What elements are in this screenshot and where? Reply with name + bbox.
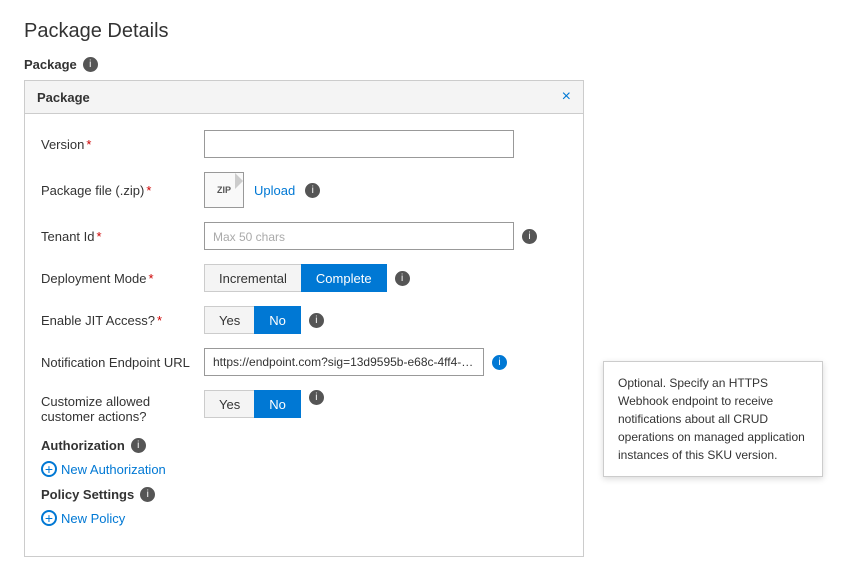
authorization-section: Authorization i	[41, 438, 567, 453]
customize-info-icon[interactable]: i	[309, 390, 324, 405]
customize-yes-btn[interactable]: Yes	[204, 390, 254, 418]
jit-access-row: Enable JIT Access?* Yes No i	[41, 306, 567, 334]
jit-yes-btn[interactable]: Yes	[204, 306, 254, 334]
notification-url-label: Notification Endpoint URL	[41, 355, 196, 370]
deployment-info-icon[interactable]: i	[395, 271, 410, 286]
version-input[interactable]	[204, 130, 514, 158]
page-title: Package Details	[24, 20, 822, 43]
upload-info-icon[interactable]: i	[305, 183, 320, 198]
package-file-label: Package file (.zip)*	[41, 183, 196, 198]
jit-no-btn[interactable]: No	[254, 306, 301, 334]
customize-actions-label: Customize allowed customer actions?	[41, 390, 196, 424]
deployment-mode-toggle: Incremental Complete	[204, 264, 387, 292]
new-authorization-label: New Authorization	[61, 462, 166, 477]
notification-url-input[interactable]	[204, 348, 484, 376]
close-button[interactable]: ×	[562, 89, 571, 105]
new-policy-label: New Policy	[61, 511, 125, 526]
tenant-id-input[interactable]	[204, 222, 514, 250]
customize-actions-toggle: Yes No	[204, 390, 301, 418]
jit-toggle: Yes No	[204, 306, 301, 334]
upload-link[interactable]: Upload	[254, 183, 295, 198]
customize-actions-row: Customize allowed customer actions? Yes …	[41, 390, 567, 424]
tenant-id-row: Tenant Id* i	[41, 222, 567, 250]
policy-settings-info-icon[interactable]: i	[140, 487, 155, 502]
tooltip-text: Optional. Specify an HTTPS Webhook endpo…	[618, 376, 805, 462]
new-policy-plus-icon: +	[41, 510, 57, 526]
deployment-mode-row: Deployment Mode* Incremental Complete i	[41, 264, 567, 292]
jit-info-icon[interactable]: i	[309, 313, 324, 328]
customize-no-btn[interactable]: No	[254, 390, 301, 418]
notification-info-icon[interactable]: i	[492, 355, 507, 370]
authorization-heading: Authorization	[41, 438, 125, 453]
upload-area: ZIP Upload i	[204, 172, 320, 208]
panel-body: Version* Package file (.zip)* ZIP Upload…	[25, 114, 583, 556]
panel-header: Package ×	[25, 81, 583, 114]
jit-access-label: Enable JIT Access?*	[41, 313, 196, 328]
new-policy-link[interactable]: + New Policy	[41, 510, 567, 526]
deployment-incremental-btn[interactable]: Incremental	[204, 264, 301, 292]
panel-title: Package	[37, 90, 90, 105]
tenant-info-icon[interactable]: i	[522, 229, 537, 244]
notification-tooltip: Optional. Specify an HTTPS Webhook endpo…	[603, 361, 823, 477]
section-label: Package	[24, 57, 77, 72]
deployment-complete-btn[interactable]: Complete	[301, 264, 387, 292]
zip-icon: ZIP	[204, 172, 244, 208]
package-panel: Package × Version* Package file (.zip)* …	[24, 80, 584, 557]
package-info-icon[interactable]: i	[83, 57, 98, 72]
new-authorization-link[interactable]: + New Authorization	[41, 461, 567, 477]
policy-settings-section: Policy Settings i	[41, 487, 567, 502]
new-authorization-plus-icon: +	[41, 461, 57, 477]
package-file-row: Package file (.zip)* ZIP Upload i	[41, 172, 567, 208]
version-label: Version*	[41, 137, 196, 152]
version-row: Version*	[41, 130, 567, 158]
deployment-mode-label: Deployment Mode*	[41, 271, 196, 286]
notification-url-row: Notification Endpoint URL i	[41, 348, 567, 376]
authorization-info-icon[interactable]: i	[131, 438, 146, 453]
policy-settings-heading: Policy Settings	[41, 487, 134, 502]
tenant-id-label: Tenant Id*	[41, 229, 196, 244]
